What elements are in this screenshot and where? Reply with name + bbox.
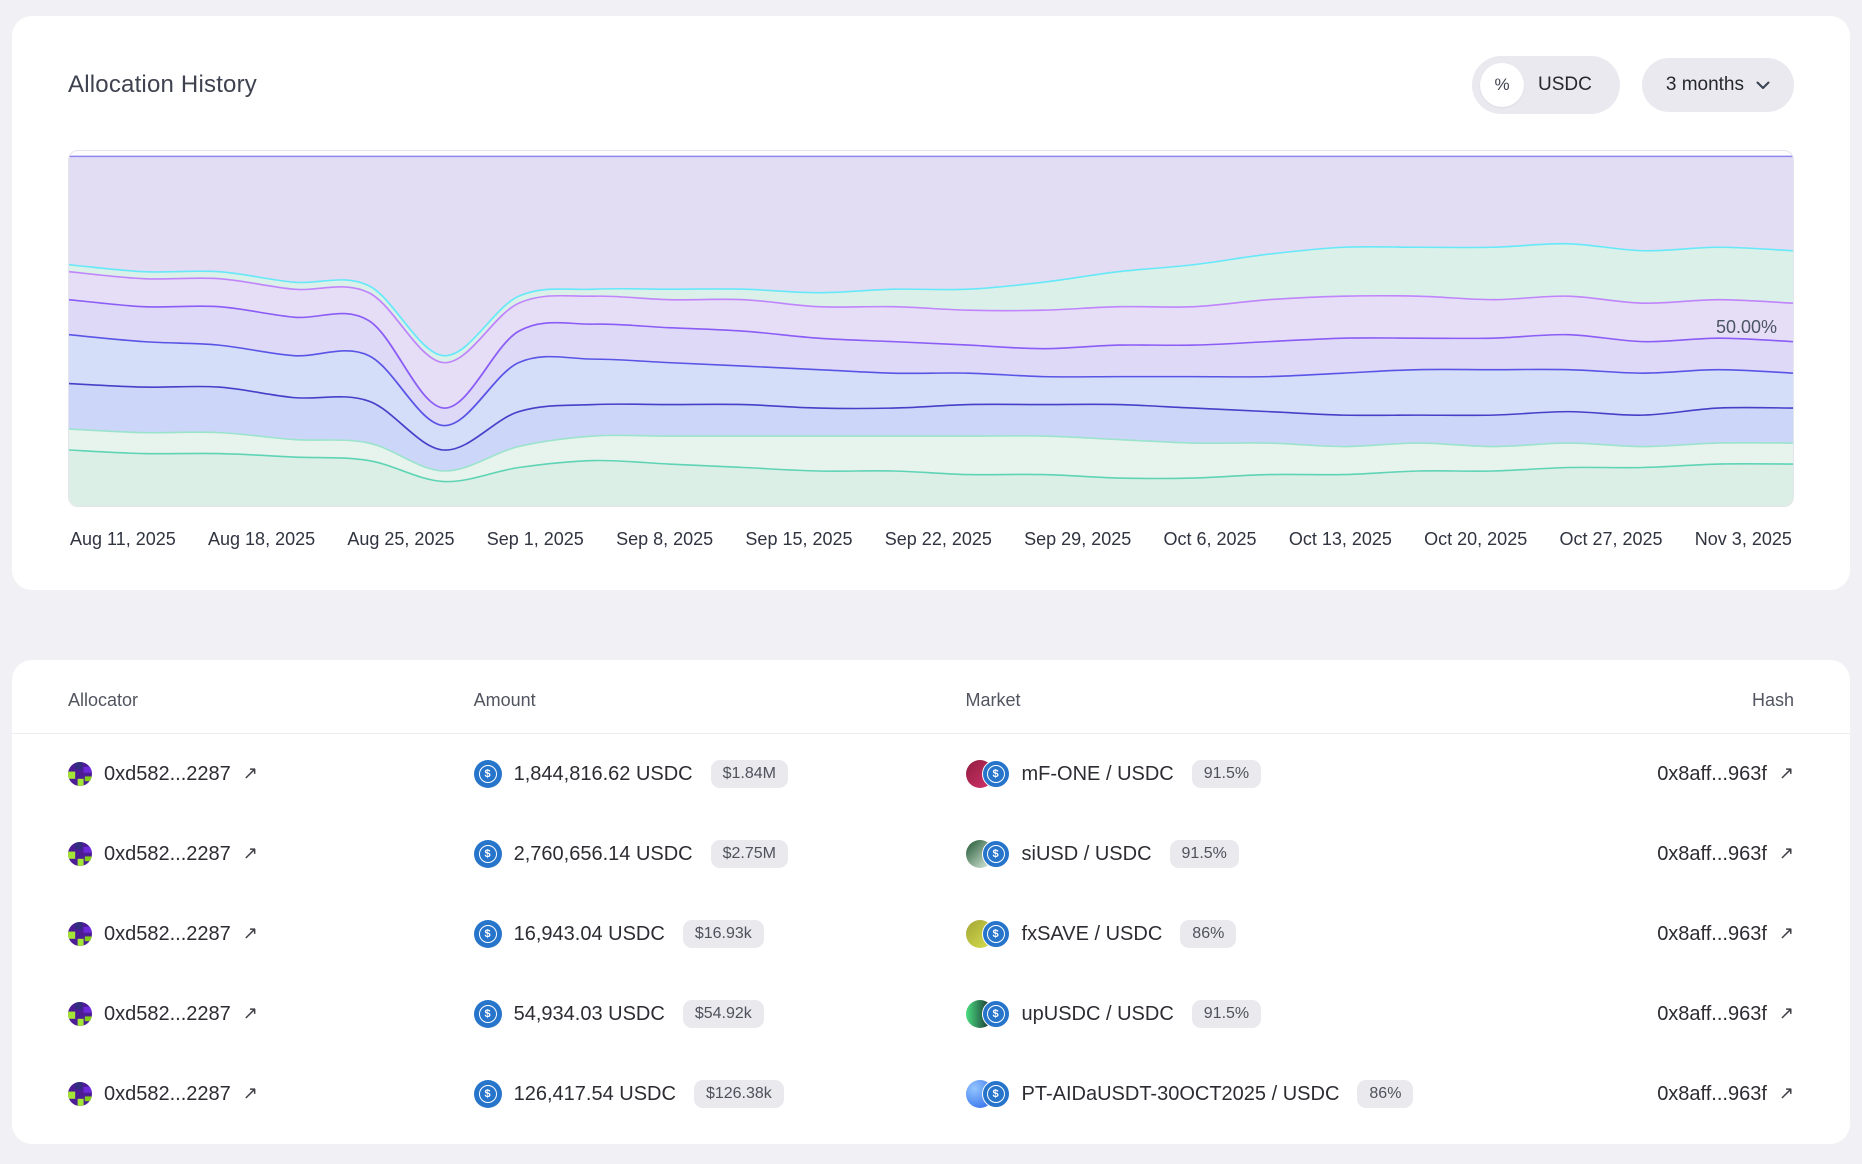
market-name: mF-ONE / USDC (1022, 763, 1174, 786)
x-axis-label: Oct 6, 2025 (1164, 529, 1257, 550)
external-link-icon[interactable]: ↗ (243, 1004, 258, 1022)
market-allocation-badge: 91.5% (1170, 840, 1239, 868)
time-range-dropdown[interactable]: 3 months (1642, 58, 1794, 112)
market-pair-icon: $ (966, 1080, 1010, 1108)
market-pair-icon: $ (966, 920, 1010, 948)
allocator-address: 0xd582...2287 (104, 1083, 231, 1106)
usdc-coin-icon: $ (982, 920, 1010, 948)
allocator-address: 0xd582...2287 (104, 923, 231, 946)
table-header: Allocator Amount Market Hash (12, 690, 1850, 734)
x-axis-label: Oct 27, 2025 (1559, 529, 1662, 550)
usdc-coin-icon: $ (474, 760, 502, 788)
external-link-icon[interactable]: ↗ (1779, 764, 1794, 782)
allocator-avatar-icon (68, 1002, 92, 1026)
usdc-coin-icon: $ (982, 1080, 1010, 1108)
allocations-table-card: Allocator Amount Market Hash 0xd582...22… (12, 660, 1850, 1144)
percent-icon: % (1494, 75, 1509, 95)
market-allocation-badge: 91.5% (1192, 1000, 1261, 1028)
market-name: PT-AIDaUSDT-30OCT2025 / USDC (1022, 1083, 1340, 1106)
hash-value: 0x8aff...963f (1657, 923, 1767, 946)
x-axis-label: Sep 15, 2025 (745, 529, 852, 550)
allocation-stream-chart: 50.00% (68, 150, 1794, 507)
table-row: 0xd582...2287 ↗ $ 126,417.54 USDC $126.3… (12, 1054, 1850, 1134)
hash-value: 0x8aff...963f (1657, 1083, 1767, 1106)
x-axis-label: Sep 8, 2025 (616, 529, 713, 550)
market-pair-icon: $ (966, 1000, 1010, 1028)
amount-usd-badge: $1.84M (711, 760, 788, 788)
amount-value: 126,417.54 USDC (514, 1083, 676, 1106)
x-axis: Aug 11, 2025 Aug 18, 2025 Aug 25, 2025 Sep … (68, 529, 1794, 550)
x-axis-label: Sep 1, 2025 (487, 529, 584, 550)
usdc-coin-icon: $ (474, 920, 502, 948)
hash-value: 0x8aff...963f (1657, 1003, 1767, 1026)
column-header-allocator: Allocator (68, 690, 474, 711)
usdc-coin-icon: $ (474, 1080, 502, 1108)
allocator-address: 0xd582...2287 (104, 1003, 231, 1026)
external-link-icon[interactable]: ↗ (1779, 1004, 1794, 1022)
column-header-hash: Hash (1621, 690, 1794, 711)
usdc-coin-icon: $ (474, 1000, 502, 1028)
allocator-avatar-icon (68, 762, 92, 786)
allocation-history-card: Allocation History % USDC 3 months 50.00… (12, 16, 1850, 590)
allocator-address: 0xd582...2287 (104, 763, 231, 786)
allocator-avatar-icon (68, 842, 92, 866)
gridline-label: 50.00% (1716, 317, 1777, 338)
x-axis-label: Aug 25, 2025 (347, 529, 454, 550)
market-pair-icon: $ (966, 760, 1010, 788)
page-title: Allocation History (68, 71, 257, 99)
market-name: upUSDC / USDC (1022, 1003, 1174, 1026)
external-link-icon[interactable]: ↗ (1779, 1084, 1794, 1102)
external-link-icon[interactable]: ↗ (243, 844, 258, 862)
external-link-icon[interactable]: ↗ (1779, 844, 1794, 862)
market-pair-icon: $ (966, 840, 1010, 868)
external-link-icon[interactable]: ↗ (243, 764, 258, 782)
table-row: 0xd582...2287 ↗ $ 54,934.03 USDC $54.92k… (12, 974, 1850, 1054)
amount-value: 2,760,656.14 USDC (514, 843, 693, 866)
amount-usd-badge: $54.92k (683, 1000, 764, 1028)
amount-usd-badge: $16.93k (683, 920, 764, 948)
market-name: siUSD / USDC (1022, 843, 1152, 866)
x-axis-label: Aug 11, 2025 (70, 529, 176, 550)
usdc-coin-icon: $ (982, 840, 1010, 868)
x-axis-label: Aug 18, 2025 (208, 529, 315, 550)
x-axis-label: Oct 20, 2025 (1424, 529, 1527, 550)
x-axis-label: Sep 29, 2025 (1024, 529, 1131, 550)
percent-toggle-button[interactable]: % (1480, 63, 1524, 107)
amount-value: 16,943.04 USDC (514, 923, 665, 946)
x-axis-label: Sep 22, 2025 (885, 529, 992, 550)
allocator-address: 0xd582...2287 (104, 843, 231, 866)
x-axis-label: Oct 13, 2025 (1289, 529, 1392, 550)
table-row: 0xd582...2287 ↗ $ 1,844,816.62 USDC $1.8… (12, 734, 1850, 814)
table-row: 0xd582...2287 ↗ $ 16,943.04 USDC $16.93k… (12, 894, 1850, 974)
external-link-icon[interactable]: ↗ (243, 924, 258, 942)
amount-value: 54,934.03 USDC (514, 1003, 665, 1026)
usdc-coin-icon: $ (982, 1000, 1010, 1028)
usdc-coin-icon: $ (474, 840, 502, 868)
amount-usd-badge: $2.75M (711, 840, 788, 868)
table-row: 0xd582...2287 ↗ $ 2,760,656.14 USDC $2.7… (12, 814, 1850, 894)
market-allocation-badge: 86% (1357, 1080, 1413, 1108)
market-allocation-badge: 91.5% (1192, 760, 1261, 788)
time-range-value: 3 months (1666, 74, 1744, 96)
market-allocation-badge: 86% (1180, 920, 1236, 948)
hash-value: 0x8aff...963f (1657, 763, 1767, 786)
column-header-amount: Amount (474, 690, 966, 711)
market-name: fxSAVE / USDC (1022, 923, 1163, 946)
stream-chart-svg (69, 151, 1793, 506)
amount-value: 1,844,816.62 USDC (514, 763, 693, 786)
usdc-coin-icon: $ (982, 760, 1010, 788)
external-link-icon[interactable]: ↗ (243, 1084, 258, 1102)
allocator-avatar-icon (68, 922, 92, 946)
allocator-avatar-icon (68, 1082, 92, 1106)
chevron-down-icon (1756, 81, 1770, 90)
usdc-toggle-button[interactable]: USDC (1538, 74, 1612, 96)
x-axis-label: Nov 3, 2025 (1695, 529, 1792, 550)
amount-usd-badge: $126.38k (694, 1080, 784, 1108)
external-link-icon[interactable]: ↗ (1779, 924, 1794, 942)
column-header-market: Market (966, 690, 1622, 711)
unit-toggle[interactable]: % USDC (1472, 56, 1620, 114)
hash-value: 0x8aff...963f (1657, 843, 1767, 866)
